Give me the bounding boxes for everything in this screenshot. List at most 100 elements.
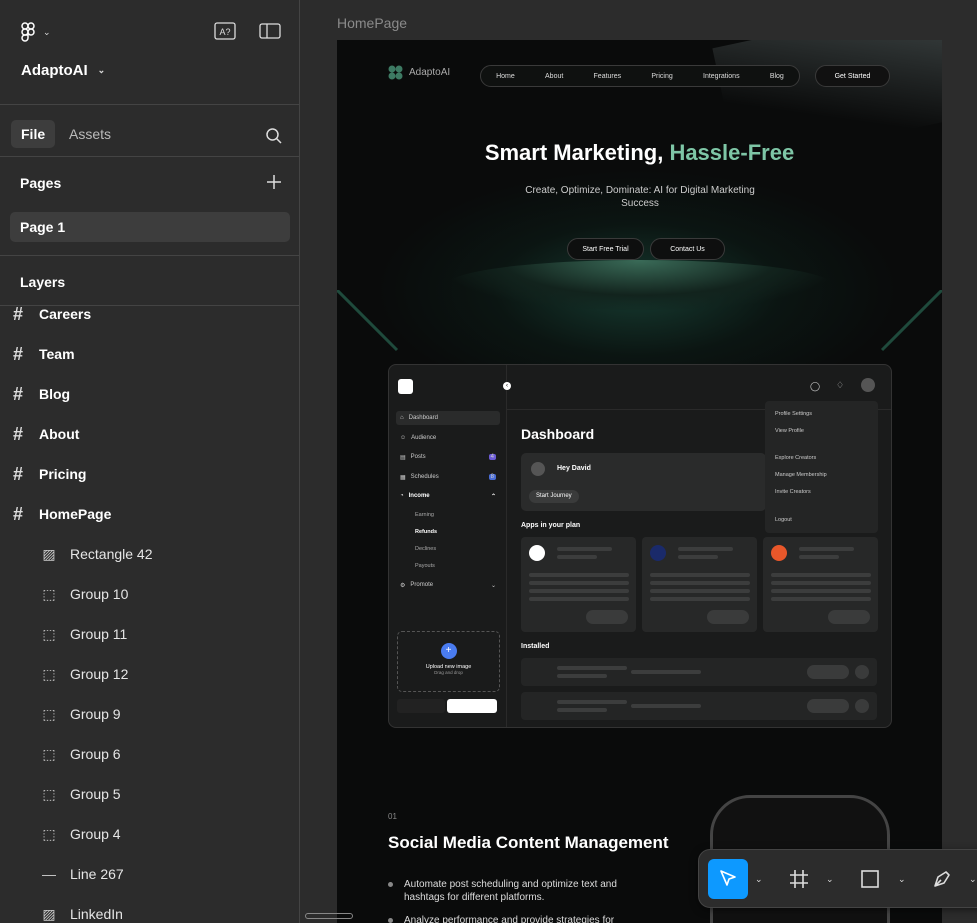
layer-item[interactable]: ⬚ Group 11 [40,614,127,654]
posts-badge: 4 [488,454,496,460]
avatar [531,462,545,476]
page-item[interactable]: Page 1 [10,212,290,242]
layer-name: Group 4 [70,826,121,842]
chevron-down-icon[interactable]: ⌄ [755,874,763,885]
layer-item[interactable]: ⬚ Group 6 [40,734,121,774]
installed-row[interactable] [521,658,877,686]
upload-dropzone[interactable]: + Upload new image Drag and drop [397,631,500,692]
start-journey-button[interactable]: Start Journey [529,490,579,503]
app-card-button[interactable] [707,610,749,624]
placeholder-bar [557,674,607,678]
app-card-button[interactable] [586,610,628,624]
layer-item[interactable]: ⬚ Group 10 [40,574,128,614]
pen-tool-button[interactable] [922,859,962,899]
layer-item[interactable]: ⬚ Group 12 [40,654,128,694]
chevron-down-icon[interactable]: ⌄ [898,874,906,885]
dash-menu-income[interactable]: ◔ Income ⌃ [396,489,500,503]
nav-integrations[interactable]: Integrations [703,73,740,80]
layer-item[interactable]: ⬚ Group 4 [40,814,121,854]
layer-name: Group 6 [70,746,121,762]
contact-us-button[interactable]: Contact Us [650,238,725,260]
search-icon[interactable] [265,127,283,145]
layer-item[interactable]: # Team [9,334,75,374]
tab-assets[interactable]: Assets [59,120,121,148]
homepage-frame[interactable]: AdaptoAI Home About Features Pricing Int… [337,40,942,923]
layer-name: LinkedIn [70,906,123,922]
placeholder-bar [771,573,871,577]
toggle-sidebar-button[interactable] [258,21,282,41]
dropdown-logout[interactable]: Logout [775,517,792,523]
start-free-trial-button[interactable]: Start Free Trial [567,238,644,260]
chat-icon[interactable]: ◯ [810,381,820,392]
dash-sub-refunds[interactable]: Refunds [415,529,437,535]
chevron-down-icon[interactable]: ⌄ [969,874,977,885]
dash-menu-posts[interactable]: ▤ Posts 4 [396,450,500,464]
dash-sub-declines[interactable]: Declines [415,546,436,552]
nav-blog[interactable]: Blog [770,73,784,80]
layer-item[interactable]: ▨ Rectangle 42 [40,534,152,574]
dash-menu-schedules[interactable]: ▦ Schedules 8 [396,470,500,484]
tab-file[interactable]: File [11,120,56,148]
hero-title: Smart Marketing, Hassle-Free [337,140,942,166]
layer-item[interactable]: ⬚ Group 9 [40,694,120,734]
nav-features[interactable]: Features [594,73,622,80]
frame-label[interactable]: HomePage [337,15,407,31]
diagonal-lines [337,290,942,352]
dropdown-invite-creators[interactable]: Invite Creators [775,489,811,495]
dropdown-profile-settings[interactable]: Profile Settings [775,411,812,417]
layer-item[interactable]: # HomePage [9,494,111,534]
dropdown-explore-creators[interactable]: Explore Creators [775,455,816,461]
move-tool-button[interactable] [708,859,748,899]
project-name-dropdown[interactable]: AdaptoAI ⌄ [21,62,105,79]
app-card[interactable] [521,537,636,632]
theme-toggle-light[interactable] [447,699,497,713]
dropdown-manage-membership[interactable]: Manage Membership [775,472,827,478]
ai-actions-button[interactable]: A? [213,21,237,41]
placeholder-bar [650,589,750,593]
dash-menu-promote[interactable]: ⚙ Promote ⌄ [396,578,500,592]
layer-item[interactable]: # Pricing [9,454,86,494]
horizontal-scrollbar[interactable] [305,913,353,919]
chevron-down-icon: ⌄ [97,65,106,75]
income-icon: ◔ [400,493,404,499]
get-started-button[interactable]: Get Started [815,65,890,87]
collapse-sidebar-icon[interactable]: ‹ [503,382,511,390]
site-brand[interactable]: AdaptoAI [388,65,450,80]
row-menu-button[interactable] [855,699,869,713]
avatar[interactable] [861,378,875,392]
dash-sub-payouts[interactable]: Payouts [415,563,435,569]
layer-item[interactable]: # About [9,414,79,454]
nav-home[interactable]: Home [496,73,515,80]
row-action-button[interactable] [807,665,849,679]
layer-item[interactable]: ⬚ Group 5 [40,774,120,814]
frame-tool-button[interactable] [779,859,819,899]
app-card[interactable] [642,537,757,632]
dropdown-view-profile[interactable]: View Profile [775,428,804,434]
bell-icon[interactable]: ♢ [836,380,844,391]
frame-icon: # [12,503,23,524]
nav-about[interactable]: About [545,73,563,80]
layer-item[interactable]: # Careers [9,294,91,334]
layer-item[interactable]: — Line 267 [40,854,124,894]
nav-pricing[interactable]: Pricing [651,73,672,80]
cursor-icon [720,870,736,886]
canvas[interactable]: HomePage AdaptoAI Home About Features Pr… [301,0,977,923]
shape-tool-button[interactable] [850,859,890,899]
layer-name: Careers [39,306,92,322]
theme-toggle-dark[interactable] [397,699,445,713]
app-card[interactable] [763,537,878,632]
layer-name: Pricing [39,466,87,482]
app-card-button[interactable] [828,610,870,624]
layer-item[interactable]: # Blog [9,374,70,414]
installed-row[interactable] [521,692,877,720]
figma-menu-button[interactable]: ⌄ [21,21,57,43]
chevron-down-icon[interactable]: ⌄ [826,874,834,885]
row-action-button[interactable] [807,699,849,713]
dash-menu-audience[interactable]: ☺ Audience [396,431,500,445]
add-page-icon[interactable] [266,174,282,190]
row-menu-button[interactable] [855,665,869,679]
dash-menu-label: Dashboard [408,415,438,421]
dash-menu-dashboard[interactable]: ⌂ Dashboard [396,411,500,425]
dash-sub-earning[interactable]: Earning [415,512,434,518]
layer-item[interactable]: ▨ LinkedIn [40,894,123,923]
